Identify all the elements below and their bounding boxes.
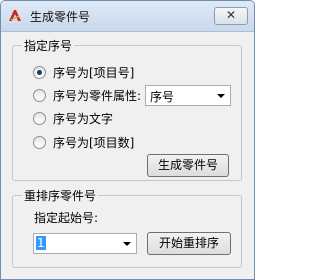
radio-option-text[interactable]: 序号为文字	[33, 110, 113, 126]
window-title: 生成零件号	[30, 10, 91, 24]
app-logo-icon	[9, 10, 21, 21]
radio-button[interactable]	[33, 65, 46, 79]
attribute-dropdown-value: 序号	[150, 90, 175, 104]
start-number-label: 指定起始号:	[34, 211, 99, 225]
radio-label[interactable]: 序号为[项目号]	[53, 64, 134, 81]
close-icon: ✕	[225, 8, 237, 22]
radio-button[interactable]	[33, 135, 46, 149]
radio-option-item-number[interactable]: 序号为[项目号]	[33, 64, 134, 80]
chevron-down-icon[interactable]	[123, 242, 131, 246]
start-number-dropdown[interactable]: 1	[33, 233, 137, 254]
radio-button[interactable]	[33, 88, 46, 102]
attribute-dropdown[interactable]: 序号	[145, 85, 231, 106]
close-button[interactable]: ✕	[214, 7, 248, 25]
generate-part-number-button[interactable]: 生成零件号	[147, 154, 229, 177]
radio-option-part-attribute[interactable]: 序号为零件属性:	[33, 87, 141, 103]
radio-label[interactable]: 序号为零件属性:	[53, 87, 141, 104]
prefix-groupbox: 指定序号 序号为[项目号] 序号为零件属性: 序号 序号为文字 序号为[项目数]…	[12, 37, 242, 181]
radio-label[interactable]: 序号为[项目数]	[53, 134, 134, 151]
reorder-group-title: 重排序零件号	[22, 187, 99, 204]
radio-option-item-count[interactable]: 序号为[项目数]	[33, 134, 134, 150]
chevron-down-icon[interactable]	[217, 94, 225, 98]
start-reorder-button[interactable]: 开始重排序	[147, 232, 231, 255]
prefix-group-title: 指定序号	[22, 37, 75, 54]
dialog-window: 生成零件号 ✕ 指定序号 序号为[项目号] 序号为零件属性: 序号 序号为文字 …	[0, 0, 255, 280]
radio-label[interactable]: 序号为文字	[53, 110, 113, 127]
start-number-value: 1	[36, 236, 46, 250]
radio-button[interactable]	[33, 111, 46, 125]
reorder-groupbox: 重排序零件号 指定起始号: 1 开始重排序	[12, 187, 242, 268]
title-bar[interactable]: 生成零件号 ✕	[1, 1, 254, 32]
